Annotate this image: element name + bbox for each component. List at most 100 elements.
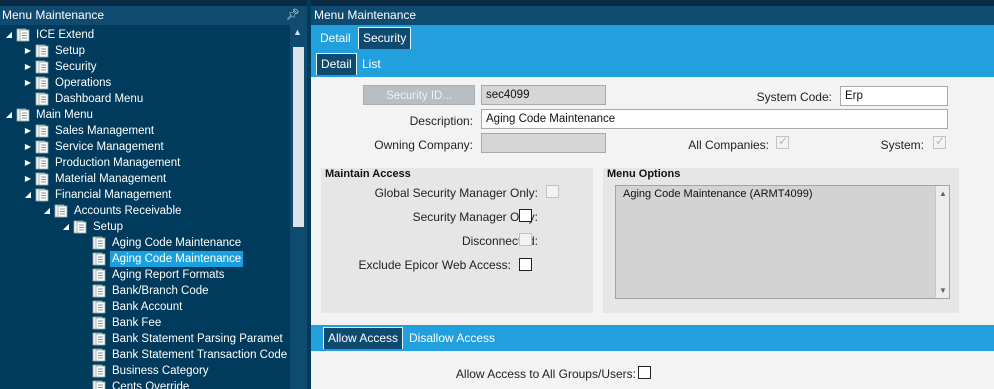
tree-node[interactable]: ◢ Financial Management bbox=[0, 187, 290, 203]
collapse-arrow-icon[interactable]: ◢ bbox=[23, 187, 33, 203]
list-item[interactable]: Aging Code Maintenance (ARMT4099) bbox=[623, 188, 813, 200]
tree-scrollbar[interactable]: ▲ bbox=[290, 25, 307, 389]
menu-folder-icon bbox=[92, 252, 107, 266]
menu-folder-icon bbox=[92, 364, 107, 378]
menu-maintenance-form: Menu Maintenance Detail Security Detail … bbox=[311, 0, 994, 389]
menu-folder-icon bbox=[35, 156, 50, 170]
menu-options-title: Menu Options bbox=[607, 168, 681, 180]
tree-node[interactable]: ◢ Accounts Receivable bbox=[0, 203, 290, 219]
tree-node[interactable]: ◢ Setup bbox=[0, 219, 290, 235]
tab-disallow-access[interactable]: Disallow Access bbox=[405, 327, 499, 349]
system-code-field[interactable]: Erp bbox=[840, 86, 948, 106]
global-security-manager-checkbox bbox=[546, 185, 559, 198]
tree-node[interactable]: ▶ Sales Management bbox=[0, 123, 290, 139]
list-scrollbar[interactable]: ▲ ▼ bbox=[935, 186, 949, 298]
tree-node-label: Main Menu bbox=[36, 109, 93, 121]
tree-node[interactable]: Bank/Branch Code bbox=[0, 283, 290, 299]
security-id-button[interactable]: Security ID... bbox=[363, 85, 475, 105]
description-field[interactable]: Aging Code Maintenance bbox=[481, 109, 948, 129]
tree-node-label: ICE Extend bbox=[36, 29, 95, 41]
expand-arrow-icon[interactable]: ▶ bbox=[23, 171, 33, 187]
exclude-web-access-checkbox[interactable] bbox=[519, 258, 532, 271]
security-manager-only-checkbox[interactable] bbox=[519, 209, 532, 222]
description-label: Description: bbox=[409, 114, 473, 128]
collapse-arrow-icon[interactable]: ◢ bbox=[4, 27, 14, 43]
pin-icon[interactable]: 📌︎ bbox=[286, 6, 300, 25]
sub-tabstrip: Detail List bbox=[311, 51, 994, 77]
tree-node-label: Sales Management bbox=[55, 125, 155, 137]
tree-node-label: Operations bbox=[55, 77, 112, 89]
tree-node[interactable]: ◢ ICE Extend bbox=[0, 27, 290, 43]
scroll-up-icon[interactable]: ▲ bbox=[939, 189, 947, 198]
right-panel-header: Menu Maintenance bbox=[311, 6, 994, 25]
scroll-thumb[interactable] bbox=[293, 47, 304, 227]
menu-folder-icon bbox=[54, 204, 69, 218]
exclude-web-access-label: Exclude Epicor Web Access: bbox=[358, 258, 511, 272]
tree-node[interactable]: Aging Report Formats bbox=[0, 267, 290, 283]
tree-node[interactable]: Dashboard Menu bbox=[0, 91, 290, 107]
left-panel-header: Menu Maintenance 📌︎ bbox=[0, 6, 307, 25]
tree-node[interactable]: ▶ Security bbox=[0, 59, 290, 75]
checkmark-icon: ✓ bbox=[935, 134, 946, 148]
expand-arrow-icon[interactable]: ▶ bbox=[23, 75, 33, 91]
tab-security[interactable]: Security bbox=[358, 27, 412, 49]
menu-options-list[interactable]: Aging Code Maintenance (ARMT4099) ▲ ▼ bbox=[615, 185, 950, 299]
allow-all-checkbox[interactable] bbox=[638, 366, 651, 379]
right-panel-title: Menu Maintenance bbox=[314, 8, 417, 22]
tree-node[interactable]: Business Category bbox=[0, 363, 290, 379]
tree-node[interactable]: ◢ Main Menu bbox=[0, 107, 290, 123]
tree-node[interactable]: ▶ Production Management bbox=[0, 155, 290, 171]
menu-folder-icon bbox=[35, 60, 50, 74]
tree-node-label: Dashboard Menu bbox=[55, 93, 144, 105]
menu-folder-icon bbox=[16, 28, 31, 42]
tree-node[interactable]: ▶ Material Management bbox=[0, 171, 290, 187]
tree-node[interactable]: Cents Override bbox=[0, 379, 290, 389]
collapse-arrow-icon[interactable]: ◢ bbox=[4, 107, 14, 123]
tree-node[interactable]: Bank Fee bbox=[0, 315, 290, 331]
scroll-down-icon[interactable]: ▼ bbox=[939, 286, 947, 295]
collapse-arrow-icon[interactable]: ◢ bbox=[61, 219, 71, 235]
tree-node-label: Material Management bbox=[55, 173, 167, 185]
menu-folder-icon bbox=[35, 188, 50, 202]
tree-node[interactable]: Bank Statement Transaction Code bbox=[0, 347, 290, 363]
tree-node[interactable]: Bank Account bbox=[0, 299, 290, 315]
tree-node[interactable]: ▶ Setup bbox=[0, 43, 290, 59]
tree-node-label: Bank Statement Parsing Paramet bbox=[112, 333, 283, 345]
tree-node-label: Setup bbox=[55, 45, 86, 57]
tree-node[interactable]: Bank Statement Parsing Paramet bbox=[0, 331, 290, 347]
system-code-label: System Code: bbox=[756, 90, 832, 104]
expand-arrow-icon[interactable]: ▶ bbox=[23, 155, 33, 171]
expand-arrow-icon[interactable]: ▶ bbox=[23, 43, 33, 59]
tree-node[interactable]: ▶ Operations bbox=[0, 75, 290, 91]
menu-folder-icon bbox=[35, 76, 50, 90]
menu-folder-icon bbox=[92, 236, 107, 250]
expand-arrow-icon[interactable]: ▶ bbox=[23, 123, 33, 139]
tree-node[interactable]: Aging Code Maintenance bbox=[0, 251, 290, 267]
tree-node[interactable]: ▶ Service Management bbox=[0, 139, 290, 155]
maintain-access-title: Maintain Access bbox=[325, 168, 411, 180]
tree-node-label: Cents Override bbox=[112, 381, 190, 389]
subtab-list[interactable]: List bbox=[358, 53, 385, 75]
collapse-arrow-icon[interactable]: ◢ bbox=[42, 203, 52, 219]
tree-node-label: Aging Code Maintenance bbox=[110, 251, 244, 267]
tree-node-label: Security bbox=[55, 61, 97, 73]
tree-node-label: Production Management bbox=[55, 157, 181, 169]
scroll-up-icon[interactable]: ▲ bbox=[293, 27, 302, 37]
disconnected-checkbox bbox=[519, 233, 532, 246]
subtab-detail[interactable]: Detail bbox=[316, 53, 357, 75]
disconnected-label: Disconnected: bbox=[461, 234, 538, 248]
menu-folder-icon bbox=[35, 172, 50, 186]
tree-node[interactable]: Aging Code Maintenance bbox=[0, 235, 290, 251]
menu-tree-panel: Menu Maintenance 📌︎ ◢ ICE Extend ▶ Setup ▶ Se… bbox=[0, 0, 307, 389]
tree-node-label: Setup bbox=[93, 221, 124, 233]
tab-allow-access[interactable]: Allow Access bbox=[323, 327, 404, 349]
menu-folder-icon bbox=[92, 284, 107, 298]
expand-arrow-icon[interactable]: ▶ bbox=[23, 139, 33, 155]
expand-arrow-icon[interactable]: ▶ bbox=[23, 59, 33, 75]
access-tabstrip: Allow Access Disallow Access bbox=[311, 325, 994, 351]
menu-folder-icon bbox=[35, 44, 50, 58]
all-companies-label: All Companies: bbox=[688, 138, 769, 152]
tab-detail[interactable]: Detail bbox=[316, 27, 355, 49]
left-panel-title: Menu Maintenance bbox=[2, 8, 105, 22]
main-tabstrip: Detail Security bbox=[311, 25, 994, 51]
